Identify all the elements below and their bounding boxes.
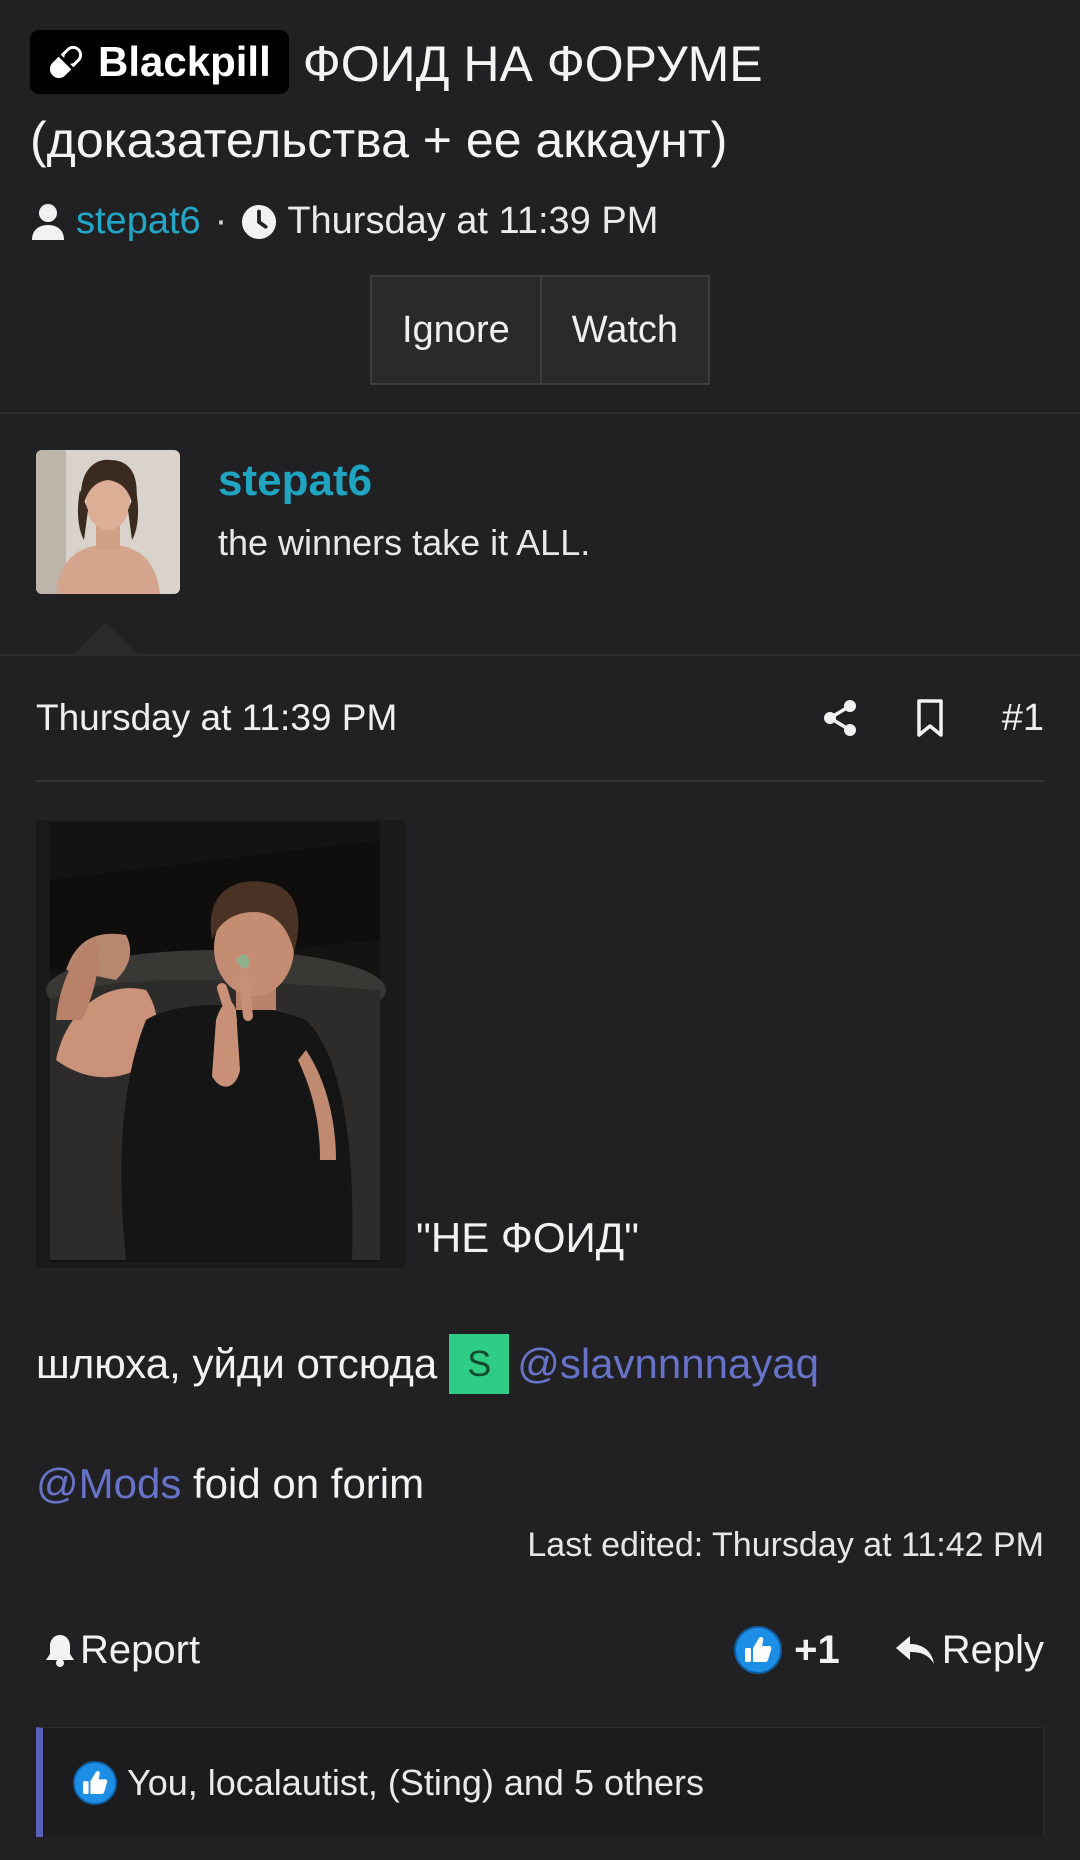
bell-icon	[46, 1635, 74, 1667]
thread-date[interactable]: Thursday at 11:39 PM	[287, 200, 658, 243]
post: Thursday at 11:39 PM #1 "НЕ ФОИД" шлюха,…	[0, 656, 1080, 1837]
reply-button[interactable]: Reply	[894, 1628, 1044, 1673]
report-label: Report	[80, 1627, 201, 1672]
post-footer: Report +1 Reply	[36, 1605, 1044, 1695]
reactions-bar[interactable]: You, localautist, (Sting) and 5 others	[36, 1727, 1044, 1837]
reply-icon	[895, 1636, 934, 1664]
reply-label: Reply	[941, 1627, 1044, 1672]
prefix-label: Blackpill	[98, 38, 271, 85]
user-info: stepat6 the winners take it ALL.	[218, 450, 590, 654]
like-icon	[734, 1626, 783, 1674]
thread-title: Blackpill ФОИД НА ФОРУМЕ (доказательства…	[30, 26, 1050, 178]
clock-icon	[242, 204, 277, 239]
mention-avatar[interactable]: S	[449, 1334, 510, 1394]
prefix-badge[interactable]: Blackpill	[30, 30, 289, 94]
user-icon	[32, 203, 64, 240]
post-username[interactable]: stepat6	[218, 452, 590, 510]
post-meta: Thursday at 11:39 PM #1	[36, 656, 1044, 782]
post-image[interactable]	[36, 820, 406, 1268]
reaction-count: +1	[794, 1627, 840, 1672]
mention-link-mods[interactable]: @Mods	[36, 1460, 181, 1507]
meta-separator: ·	[214, 200, 228, 242]
post-line-3: @Mods foid on forim	[36, 1460, 1044, 1508]
post-meta-actions: #1	[822, 697, 1044, 740]
ignore-button[interactable]: Ignore	[369, 275, 542, 385]
post-text-line-2: шлюха, уйди отсюда	[36, 1340, 438, 1387]
post-text-line-3: foid on forim	[181, 1460, 425, 1507]
post-date[interactable]: Thursday at 11:39 PM	[36, 697, 397, 739]
post-user-block: stepat6 the winners take it ALL.	[0, 414, 1080, 656]
post-body: "НЕ ФОИД" шлюха, уйди отсюда S @slavnnnn…	[36, 782, 1044, 1565]
avatar[interactable]	[36, 450, 180, 594]
image-caption: "НЕ ФОИД"	[416, 1214, 640, 1261]
user-arrow	[72, 622, 140, 656]
last-edited: Last edited: Thursday at 11:42 PM	[527, 1526, 1044, 1564]
footer-right: +1 Reply	[734, 1626, 1044, 1674]
reactions-summary: You, localautist, (Sting) and 5 others	[127, 1761, 705, 1803]
thread-actions: Ignore Watch	[30, 275, 1050, 385]
pill-icon	[49, 45, 83, 79]
watch-button[interactable]: Watch	[541, 275, 711, 385]
bookmark-icon[interactable]	[912, 698, 948, 738]
share-icon[interactable]	[822, 698, 858, 738]
report-button[interactable]: Report	[36, 1628, 200, 1673]
avatar-image	[36, 450, 180, 594]
mention-link-slavnnnnayaq[interactable]: @slavnnnnayaq	[517, 1340, 819, 1388]
user-title: the winners take it ALL.	[218, 522, 591, 563]
image-row: "НЕ ФОИД"	[36, 820, 1044, 1268]
reaction-button[interactable]: +1	[734, 1626, 840, 1674]
post-line-2: шлюха, уйди отсюда S @slavnnnnayaq	[36, 1334, 1044, 1394]
thread-header: Blackpill ФОИД НА ФОРУМЕ (доказательства…	[0, 0, 1080, 412]
thread-meta: stepat6 · Thursday at 11:39 PM	[30, 200, 1050, 243]
post-number-link[interactable]: #1	[1002, 697, 1044, 740]
like-icon	[73, 1760, 117, 1805]
thread-author-link[interactable]: stepat6	[76, 200, 201, 243]
